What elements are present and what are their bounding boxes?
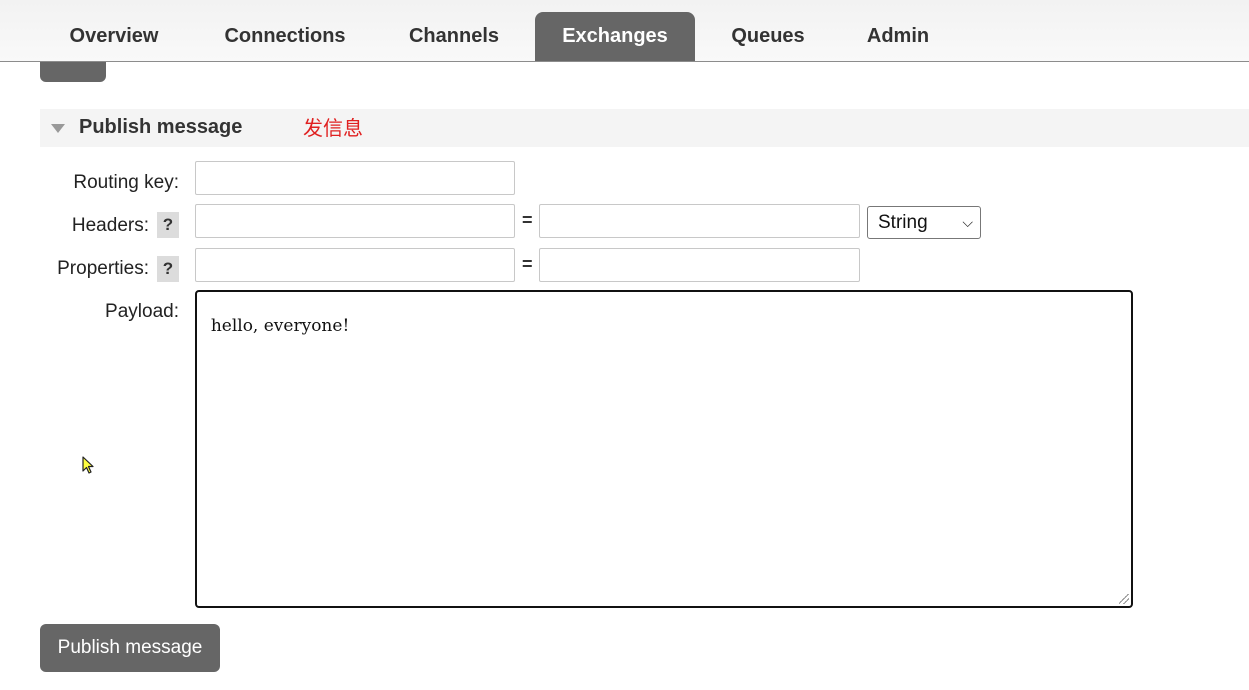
headers-value-input[interactable] [539,204,860,238]
partially-hidden-button[interactable] [40,62,106,82]
tab-admin[interactable]: Admin [848,12,948,61]
top-nav: Overview Connections Channels Exchanges … [0,0,1249,62]
headers-help-icon[interactable]: ? [157,212,179,238]
properties-label: Properties: [57,258,149,279]
chevron-down-icon: ⌵ [962,214,973,230]
payload-label: Payload: [105,301,179,322]
properties-equals-sign: = [522,254,533,274]
properties-help-icon[interactable]: ? [157,256,179,282]
routing-key-label: Routing key: [73,172,179,193]
mouse-cursor-icon [82,456,94,474]
headers-equals-sign: = [522,210,533,230]
resize-grip-icon[interactable] [1119,594,1129,604]
headers-label: Headers: [71,215,149,236]
tab-connections[interactable]: Connections [205,12,365,61]
headers-type-selected: String [878,212,928,233]
tab-channels[interactable]: Channels [390,12,518,61]
routing-key-input[interactable] [195,161,515,195]
tab-overview[interactable]: Overview [40,12,188,61]
collapse-triangle-icon [51,124,65,133]
publish-message-section-header[interactable]: Publish message [40,109,1249,147]
properties-key-input[interactable] [195,248,515,282]
headers-key-input[interactable] [195,204,515,238]
payload-textarea[interactable]: hello, everyone! [195,290,1133,608]
tab-queues[interactable]: Queues [712,12,824,61]
publish-message-button[interactable]: Publish message [40,624,220,672]
payload-text: hello, everyone! [210,316,350,336]
headers-type-select[interactable]: String ⌵ [867,206,981,239]
annotation-text: 发信息 [303,116,363,140]
tab-exchanges[interactable]: Exchanges [535,12,695,61]
section-title: Publish message [79,116,243,138]
properties-value-input[interactable] [539,248,860,282]
